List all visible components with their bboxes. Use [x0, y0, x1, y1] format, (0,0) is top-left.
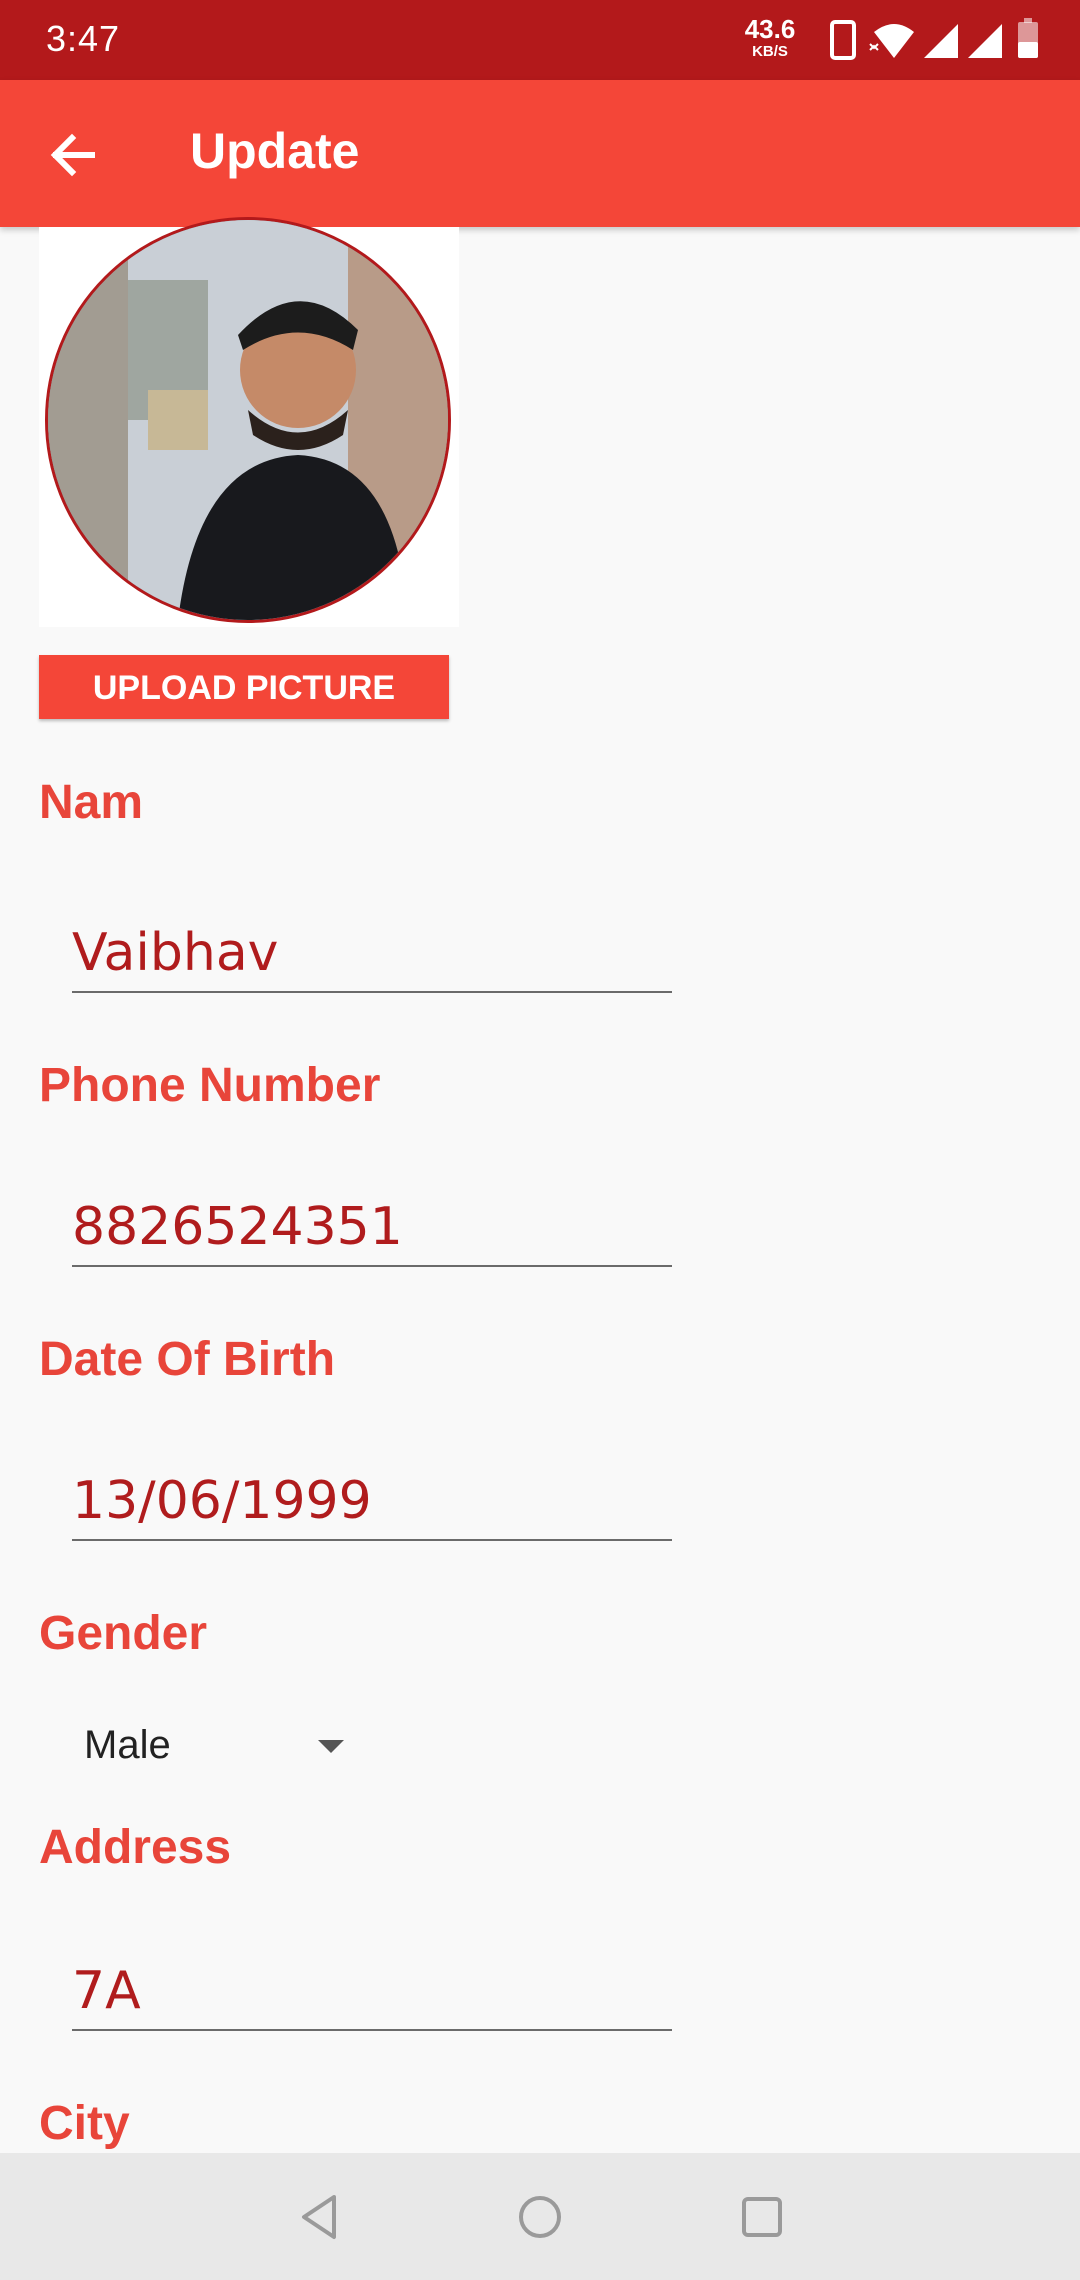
gender-selected-value: Male: [84, 1723, 171, 1767]
arrow-left-icon[interactable]: [40, 120, 110, 190]
status-icon-group: [830, 18, 1038, 60]
profile-photo-frame: [39, 217, 459, 627]
upload-picture-button[interactable]: UPLOAD PICTURE: [39, 655, 449, 719]
phone-label: Phone Number: [39, 1059, 381, 1112]
gender-dropdown[interactable]: Male: [84, 1710, 344, 1780]
page-title: Update: [190, 123, 360, 179]
home-circle-icon[interactable]: [510, 2187, 570, 2247]
dropdown-arrow-icon: [318, 1740, 344, 1753]
dob-label: Date Of Birth: [39, 1333, 336, 1386]
app-bar: Update: [0, 80, 1080, 227]
gender-label: Gender: [39, 1607, 208, 1660]
net-speed-unit: KB/S: [752, 43, 788, 60]
phone-field[interactable]: 8826524351: [72, 1187, 672, 1267]
recents-square-icon[interactable]: [732, 2187, 792, 2247]
profile-photo[interactable]: [45, 217, 451, 623]
status-time: 3:47: [46, 18, 121, 59]
phone-icon: [830, 20, 856, 60]
signal-icon-2: [968, 24, 1002, 58]
back-triangle-icon[interactable]: [290, 2187, 350, 2247]
name-field[interactable]: Vaibhav: [72, 913, 672, 993]
status-bar: 3:47 43.6 KB/S: [0, 0, 1080, 80]
city-label: City: [39, 2097, 130, 2150]
net-speed-value: 43.6: [744, 14, 796, 44]
profile-photo-image: [48, 220, 448, 620]
address-field[interactable]: 7A: [72, 1951, 672, 2031]
wifi-icon: [869, 24, 914, 58]
battery-icon: [1018, 18, 1038, 58]
net-speed: 43.6 KB/S: [740, 16, 800, 59]
name-label: Nam: [39, 776, 144, 829]
dob-field[interactable]: 13/06/1999: [72, 1461, 672, 1541]
signal-icon: [924, 24, 958, 58]
address-label: Address: [39, 1821, 232, 1874]
system-nav-bar: [0, 2153, 1080, 2280]
